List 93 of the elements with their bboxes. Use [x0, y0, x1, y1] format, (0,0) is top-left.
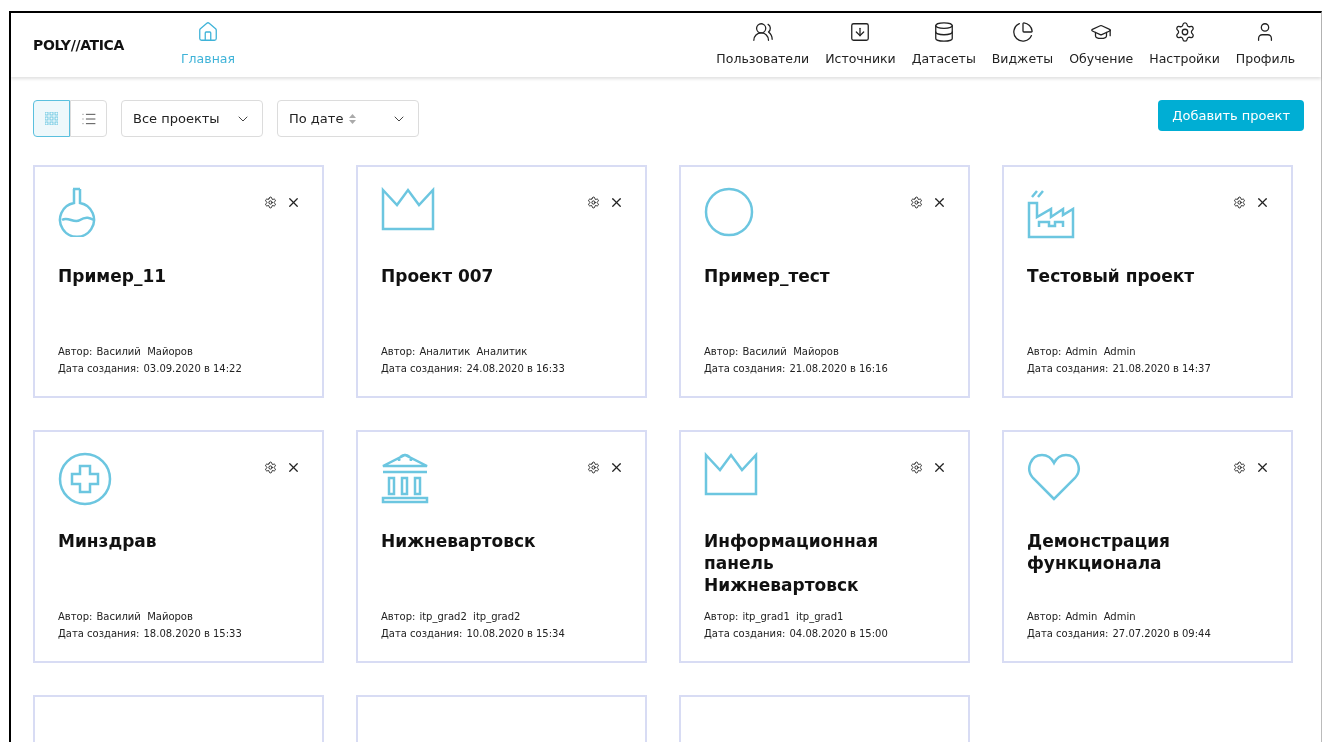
close-icon[interactable]	[932, 195, 947, 210]
author-label: Автор:	[1027, 610, 1062, 624]
date-label: Дата создания:	[58, 627, 140, 641]
author-name: Admin Admin	[1065, 610, 1136, 624]
project-card[interactable]: Проект 007 Автор: Аналитик Аналитик Дата создания: 24.08.2020 в 16:33	[356, 165, 647, 398]
grid-view-toggle[interactable]	[33, 100, 70, 137]
logo[interactable]: POLY//ATICA	[33, 34, 173, 56]
settings-icon[interactable]	[264, 461, 277, 474]
home-icon	[197, 21, 219, 44]
project-card[interactable]: Минздрав Автор: Василий Майоров Дата создания: 18.08.2020 в 15:33	[33, 430, 324, 663]
author-label: Автор:	[704, 610, 739, 624]
nav-item[interactable]: Виджеты	[983, 21, 1062, 69]
sort-icon	[349, 113, 357, 124]
project-title: Тестовый проект	[1027, 265, 1196, 287]
settings-icon[interactable]	[910, 461, 923, 474]
list-view-toggle[interactable]	[70, 100, 107, 137]
author-name: itp_grad1 itp_grad1	[742, 610, 844, 624]
author-label: Автор:	[58, 345, 93, 359]
creation-date: 03.09.2020 в 14:22	[143, 362, 242, 376]
project-title: Проект 007	[381, 265, 495, 287]
settings-icon[interactable]	[1233, 196, 1246, 209]
nav-item[interactable]: Профиль	[1227, 21, 1303, 69]
author-name: Admin Admin	[1065, 345, 1136, 359]
settings-icon[interactable]	[910, 196, 923, 209]
date-label: Дата создания:	[1027, 627, 1109, 641]
creation-date: 04.08.2020 в 15:00	[789, 627, 888, 641]
settings-icon	[1173, 21, 1196, 44]
date-label: Дата создания:	[704, 627, 786, 641]
close-icon[interactable]	[286, 460, 301, 475]
nav-item[interactable]: Источники	[817, 21, 904, 69]
project-card[interactable]: Демонстрация функционала Автор: Admin Admin Дата создания: 27.07.2020 в 09:44	[1002, 430, 1293, 663]
project-card[interactable]: Пример_11 Автор: Василий Майоров Дата создания: 03.09.2020 в 14:22	[33, 165, 324, 398]
date-label: Дата создания:	[381, 627, 463, 641]
nav-item[interactable]: Пользователи	[708, 21, 818, 69]
settings-icon[interactable]	[1233, 461, 1246, 474]
author-label: Автор:	[381, 345, 416, 359]
nav-item[interactable]: Обучение	[1061, 21, 1142, 69]
project-card[interactable]: Тестовый проект Автор: Admin Admin Дата создания: 21.08.2020 в 14:37	[1002, 165, 1293, 398]
project-title: Минздрав	[58, 530, 158, 552]
date-label: Дата создания:	[58, 362, 140, 376]
project-card[interactable]: Пример_тест Автор: Василий Майоров Дата создания: 21.08.2020 в 16:16	[679, 165, 970, 398]
flask-icon	[58, 187, 98, 237]
author-label: Автор:	[704, 345, 739, 359]
close-icon[interactable]	[932, 460, 947, 475]
filter-dropdown[interactable]: Все проекты	[121, 100, 263, 137]
circle-icon	[704, 187, 754, 237]
dropdown-value: По дате	[289, 109, 344, 128]
close-icon[interactable]	[609, 195, 624, 210]
users-icon	[751, 21, 774, 44]
close-icon[interactable]	[609, 460, 624, 475]
project-title: Пример_11	[58, 265, 168, 287]
heart-icon	[1027, 452, 1081, 502]
close-icon[interactable]	[1255, 460, 1270, 475]
date-label: Дата создания:	[381, 362, 463, 376]
nav-item[interactable]: Датасеты	[903, 21, 984, 69]
project-card[interactable]: Нижневартовск Автор: itp_grad2 itp_grad2 Дата создания: 10.08.2020 в 15:34	[356, 430, 647, 663]
author-label: Автор:	[381, 610, 416, 624]
project-title: Нижневартовск	[381, 530, 537, 552]
author-name: Аналитик Аналитик	[419, 345, 528, 359]
project-card[interactable]: Информационная панель Нижневартовск Автор: itp_grad1 itp_grad1 Дата создания: 04.08.2020 в 15:00	[679, 430, 970, 663]
medical-cross-icon	[58, 452, 112, 506]
creation-date: 24.08.2020 в 16:33	[466, 362, 565, 376]
author-label: Автор:	[58, 610, 93, 624]
author-name: Василий Майоров	[96, 345, 193, 359]
author-name: itp_grad2 itp_grad2	[419, 610, 521, 624]
settings-icon[interactable]	[264, 196, 277, 209]
project-title: Демонстрация функционала	[1027, 530, 1171, 574]
close-icon[interactable]	[286, 195, 301, 210]
settings-icon[interactable]	[587, 461, 600, 474]
dropdown-value: Все проекты	[133, 109, 220, 128]
close-icon[interactable]	[1255, 195, 1270, 210]
crown-icon	[704, 452, 758, 496]
filter-dropdown[interactable]: По дате	[277, 100, 419, 137]
date-label: Дата создания:	[704, 362, 786, 376]
creation-date: 10.08.2020 в 15:34	[466, 627, 565, 641]
settings-icon[interactable]	[587, 196, 600, 209]
building-icon	[381, 452, 429, 504]
creation-date: 21.08.2020 в 16:16	[789, 362, 888, 376]
author-name: Василий Майоров	[96, 610, 193, 624]
download-box-icon	[849, 21, 872, 44]
crown-icon	[381, 187, 435, 231]
nav-item[interactable]: Настройки	[1141, 21, 1228, 69]
grid-view-icon	[45, 112, 58, 125]
creation-date: 18.08.2020 в 15:33	[143, 627, 242, 641]
author-label: Автор:	[1027, 345, 1062, 359]
creation-date: 27.07.2020 в 09:44	[1112, 627, 1211, 641]
pie-chart-icon	[1011, 21, 1034, 44]
database-icon	[932, 21, 955, 44]
author-name: Василий Майоров	[742, 345, 839, 359]
project-title: Пример_тест	[704, 265, 831, 287]
date-label: Дата создания:	[1027, 362, 1109, 376]
project-title: Информационная панель Нижневартовск	[704, 530, 880, 596]
creation-date: 21.08.2020 в 14:37	[1112, 362, 1211, 376]
